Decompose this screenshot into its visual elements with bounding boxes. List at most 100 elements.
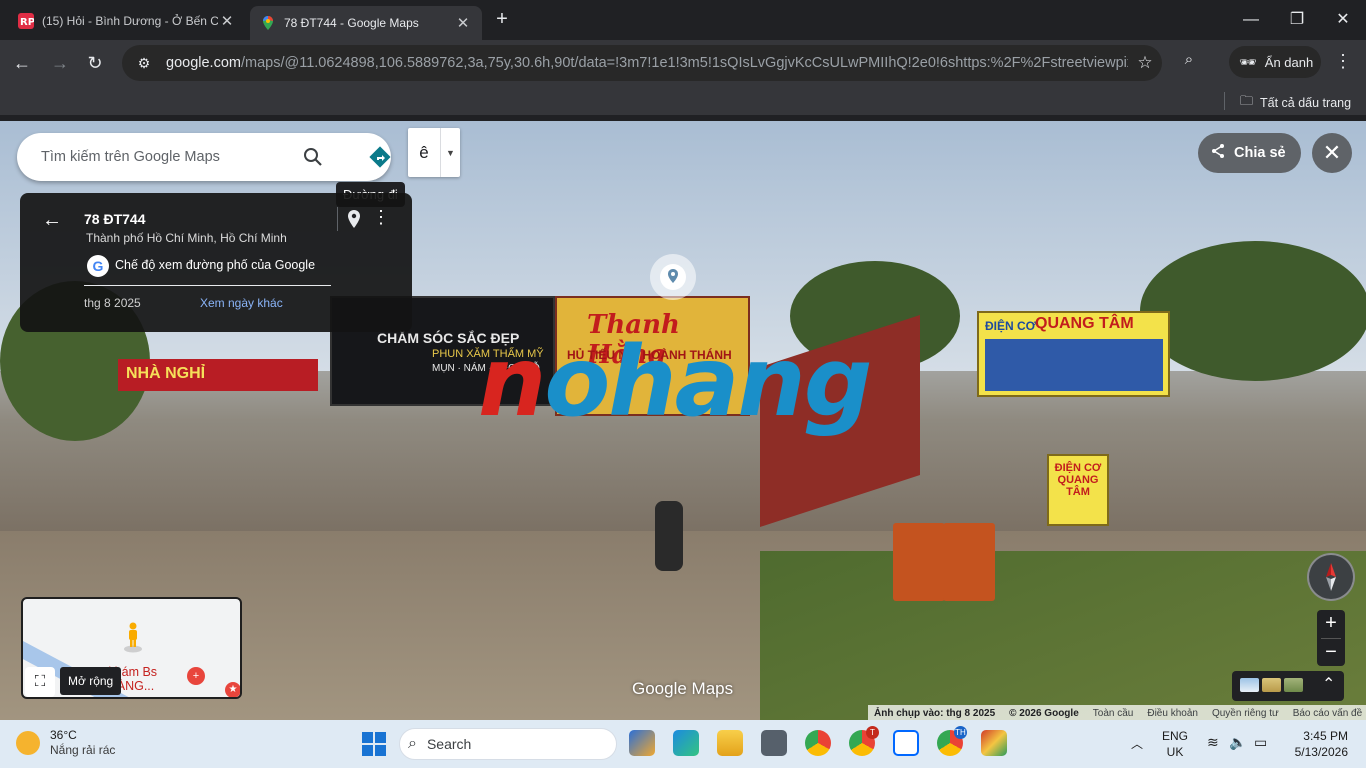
tab-google-maps[interactable]: 78 ĐT744 - Google Maps ✕ [250, 6, 482, 40]
google-logo-icon: G [87, 255, 109, 277]
shop-sign-text: QUANG TÂM [1035, 315, 1134, 332]
maps-search-box [17, 133, 391, 181]
start-button[interactable] [362, 732, 386, 756]
url-text[interactable]: google.com/maps/@11.0624898,106.5889762,… [166, 55, 1128, 71]
input-language-indicator[interactable]: ENG UK [1162, 728, 1188, 760]
electric-shop-sign: ĐIỆN CƠ QUANG TÂM [977, 311, 1170, 397]
chrome-profile-icon[interactable]: T [849, 726, 879, 756]
back-arrow-icon[interactable]: ← [40, 209, 64, 232]
battery-icon[interactable]: ▭ [1254, 734, 1267, 751]
chrome-icon[interactable] [805, 730, 831, 756]
all-bookmarks-button[interactable]: 🗀 Tất cả dấu trang [1240, 92, 1351, 114]
address-bar[interactable]: ⚙ google.com/maps/@11.0624898,106.588976… [122, 45, 1162, 81]
street-view-info-card: ← 78 ĐT744 Thành phố Hồ Chí Minh, Hồ Chí… [20, 193, 412, 332]
share-button[interactable]: Chia sẻ [1198, 133, 1301, 173]
all-bookmarks-label: Tất cả dấu trang [1260, 96, 1352, 110]
electric-shop-small-sign: ĐIỆN CƠ QUANG TÂM [1047, 454, 1109, 526]
chevron-up-icon[interactable]: ︿ [1131, 735, 1143, 752]
terms-link[interactable]: Điều khoản [1147, 708, 1198, 719]
compass-icon[interactable] [1307, 553, 1355, 601]
microsoft-store-icon[interactable] [629, 730, 655, 756]
forward-arrow-icon[interactable]: → [48, 51, 72, 75]
zoom-controls: + − [1317, 610, 1345, 666]
guesthouse-sign: NHÀ NGHỈ [118, 359, 318, 391]
shop-sign-text: ĐIỆN CƠ [985, 319, 1036, 333]
system-clock[interactable]: 3:45 PM 5/13/2026 [1288, 728, 1348, 760]
expand-map-tooltip: Mở rộng [60, 667, 122, 695]
share-label: Chia sẻ [1234, 145, 1286, 161]
search-icon[interactable] [301, 145, 325, 169]
capture-date-label: Ảnh chụp vào: thg 8 2025 [874, 707, 996, 719]
reload-icon[interactable]: ↻ [83, 51, 107, 75]
taskbar-search-label: Search [426, 736, 472, 752]
close-street-view-button[interactable]: ✕ [1312, 133, 1352, 173]
weather-widget[interactable]: 36°C Nắng rải rác [16, 728, 115, 758]
minimize-window-button[interactable]: — [1228, 8, 1274, 32]
expand-map-icon[interactable]: ⛶ [25, 667, 55, 697]
profile-badge: TH [954, 726, 967, 739]
incognito-label: Ẩn danh [1264, 54, 1314, 70]
new-tab-button[interactable]: + [490, 8, 514, 32]
layer-thumbnail[interactable] [1262, 678, 1281, 692]
tab-title: 78 ĐT744 - Google Maps [284, 16, 419, 30]
chrome-profile-icon[interactable]: TH [937, 726, 967, 756]
zoom-out-button[interactable]: − [1317, 639, 1345, 667]
tree [1140, 241, 1366, 381]
partly-sunny-icon [16, 731, 40, 755]
sign-panel [985, 339, 1163, 391]
tab-close-icon[interactable]: ✕ [218, 12, 236, 30]
report-problem-link[interactable]: Báo cáo vấn đề [1293, 708, 1363, 719]
divider [84, 285, 331, 286]
restore-window-button[interactable]: ❐ [1274, 8, 1320, 32]
more-options-icon[interactable]: ⋮ [372, 207, 390, 228]
weather-condition: Nắng rải rác [50, 743, 116, 757]
zoom-in-button[interactable]: + [1317, 610, 1345, 638]
place-pin-icon[interactable]: ★ [225, 682, 240, 697]
divider [337, 207, 338, 231]
bookmarks-divider [1224, 92, 1225, 110]
incognito-button[interactable]: 🕶 Ẩn danh [1229, 46, 1321, 78]
layer-thumbnail[interactable] [1240, 678, 1259, 692]
taskbar-search[interactable]: ⌕ Search [399, 728, 617, 760]
place-title[interactable]: 78 ĐT744 [84, 211, 145, 227]
directions-icon[interactable] [368, 145, 392, 169]
motorbike [655, 501, 683, 571]
trash-bin [943, 523, 995, 601]
bookmark-star-icon[interactable]: ☆ [1128, 53, 1162, 73]
game-app-icon[interactable] [981, 730, 1007, 756]
bookmarks-bar: 🗀 Tất cả dấu trang [0, 86, 1366, 116]
layer-thumbnail[interactable] [1284, 678, 1303, 692]
volume-icon[interactable]: 🔈 [1229, 734, 1246, 751]
wifi-icon[interactable]: ≋ [1207, 734, 1219, 751]
edge-browser-icon[interactable] [673, 730, 699, 756]
close-window-button[interactable]: ✕ [1320, 8, 1366, 32]
pegman-icon[interactable] [123, 621, 143, 653]
chevron-up-icon[interactable]: ⌃ [1322, 674, 1335, 694]
back-arrow-icon[interactable]: ← [10, 51, 34, 75]
browser-menu-icon[interactable]: ⋮ [1333, 51, 1353, 72]
chevron-down-icon[interactable]: ▼ [441, 148, 460, 158]
google-maps-logo: Google Maps [632, 679, 734, 698]
privacy-link[interactable]: Quyền riêng tư [1212, 708, 1279, 719]
street-view-source-label: Chế độ xem đường phố của Google [115, 258, 316, 272]
file-explorer-icon[interactable] [717, 730, 743, 756]
input-tools-button[interactable]: ê ▼ [408, 128, 460, 177]
windows-taskbar: 36°C Nắng rải rác ⌕ Search T TH ︿ ENG UK… [0, 720, 1366, 768]
site-settings-icon[interactable]: ⚙ [130, 55, 158, 72]
maps-search-input[interactable] [41, 145, 301, 169]
tab-strip: RP (15) Hỏi - Bình Dương - Ở Bến Cát ✕ 7… [0, 0, 1366, 40]
imagery-layers-strip[interactable]: ⌃ [1232, 671, 1344, 701]
zalo-icon[interactable] [893, 730, 919, 756]
lens-search-icon[interactable]: ⌕ [1178, 51, 1200, 68]
medical-place-pin-icon[interactable]: + [187, 667, 205, 685]
tab-title: (15) Hỏi - Bình Dương - Ở Bến Cát [42, 14, 218, 28]
camera-app-icon[interactable] [761, 730, 787, 756]
see-other-dates-link[interactable]: Xem ngày khác [200, 296, 283, 310]
google-maps-favicon-icon [260, 15, 276, 31]
tab-close-icon[interactable]: ✕ [454, 14, 472, 32]
global-link[interactable]: Toàn cầu [1093, 708, 1134, 719]
location-pin-icon[interactable] [345, 209, 363, 229]
watermark-logo: nohang [478, 326, 872, 438]
place-marker-icon[interactable] [650, 254, 696, 300]
tab-hoi-binh-duong[interactable]: RP (15) Hỏi - Bình Dương - Ở Bến Cát ✕ [8, 6, 246, 36]
